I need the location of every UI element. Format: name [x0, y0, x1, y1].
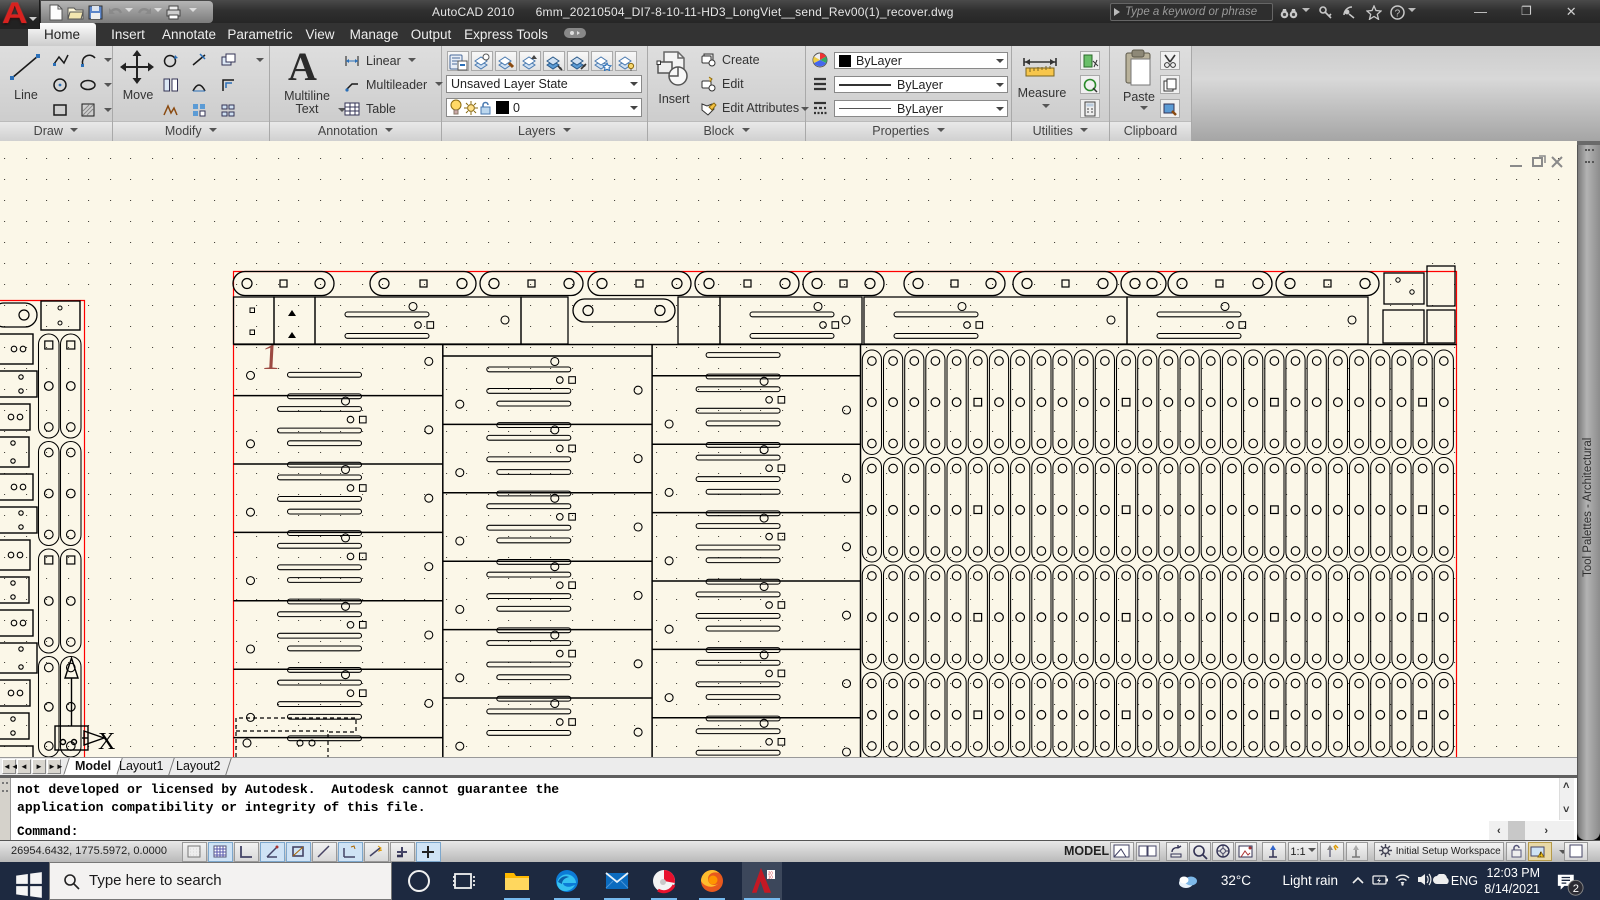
svg-text:1: 1 — [261, 337, 282, 378]
svg-text:10: 10 — [768, 875, 773, 880]
svg-text:2: 2 — [1573, 883, 1579, 895]
svg-text:?: ? — [1395, 8, 1401, 19]
svg-text:X: X — [98, 729, 115, 755]
